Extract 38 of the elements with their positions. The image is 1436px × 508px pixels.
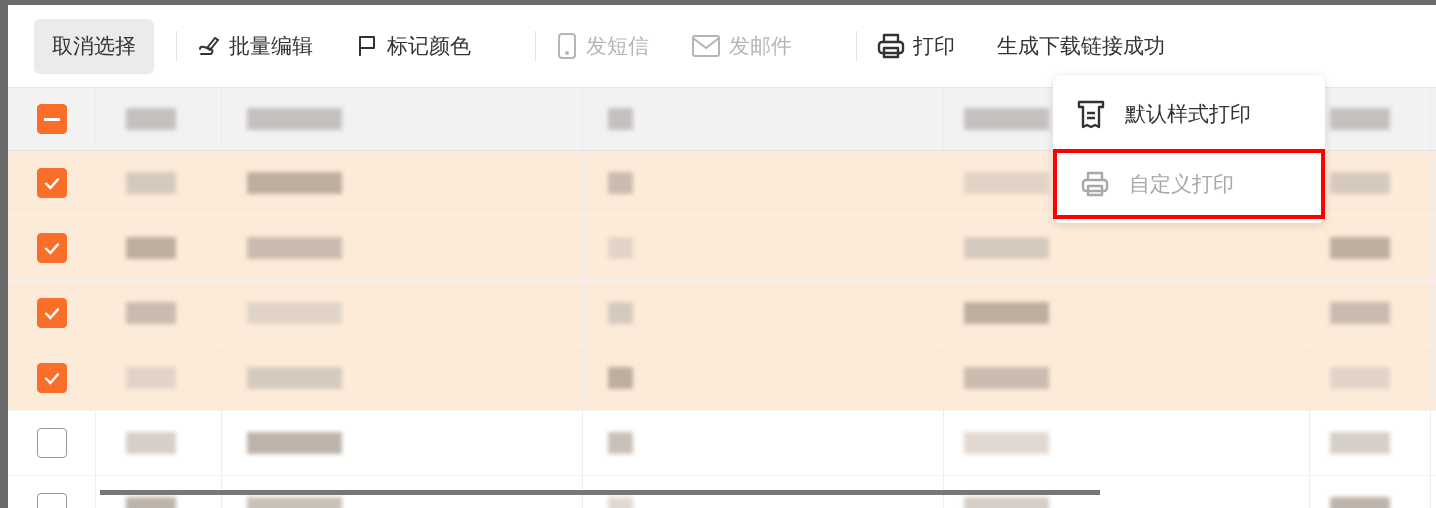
redacted-text [126,237,176,259]
redacted-text [126,367,176,389]
toolbar-button[interactable]: 生成下载链接成功 [997,32,1165,60]
redacted-text [608,237,633,259]
minus-icon [43,117,60,121]
select-all-checkbox[interactable] [36,104,67,134]
cancel-selection-button[interactable]: 取消选择 [34,18,154,74]
redacted-header [126,108,176,130]
toolbar-button[interactable]: 打印 [877,32,955,60]
row-checkbox[interactable] [36,428,67,458]
redacted-text [1330,367,1390,389]
row-checkbox[interactable] [36,233,67,263]
menu-item[interactable]: 默认样式打印 [1053,79,1325,149]
redacted-header [608,108,633,130]
scrollbar[interactable] [100,490,1100,495]
printer-icon [877,33,905,59]
redacted-text [126,432,176,454]
row-checkbox[interactable] [36,298,67,328]
redacted-text [1330,302,1390,324]
redacted-text [608,302,633,324]
printer-icon [1081,170,1109,198]
mail-icon [691,34,721,58]
toolbar-button[interactable]: 标记颜色 [355,32,471,60]
pen-icon [197,34,221,58]
redacted-text [608,172,633,194]
redacted-header [1330,108,1390,130]
row-checkbox[interactable] [36,363,67,393]
redacted-text [126,172,176,194]
phone-icon [556,33,578,59]
redacted-text [608,432,633,454]
redacted-text [1330,172,1390,194]
redacted-text [1330,432,1390,454]
redacted-text [126,302,176,324]
toolbar-button[interactable]: 批量编辑 [197,32,313,60]
receipt-icon [1077,99,1105,129]
redacted-text [1330,237,1390,259]
redacted-text [608,367,633,389]
row-checkbox[interactable] [36,168,67,198]
